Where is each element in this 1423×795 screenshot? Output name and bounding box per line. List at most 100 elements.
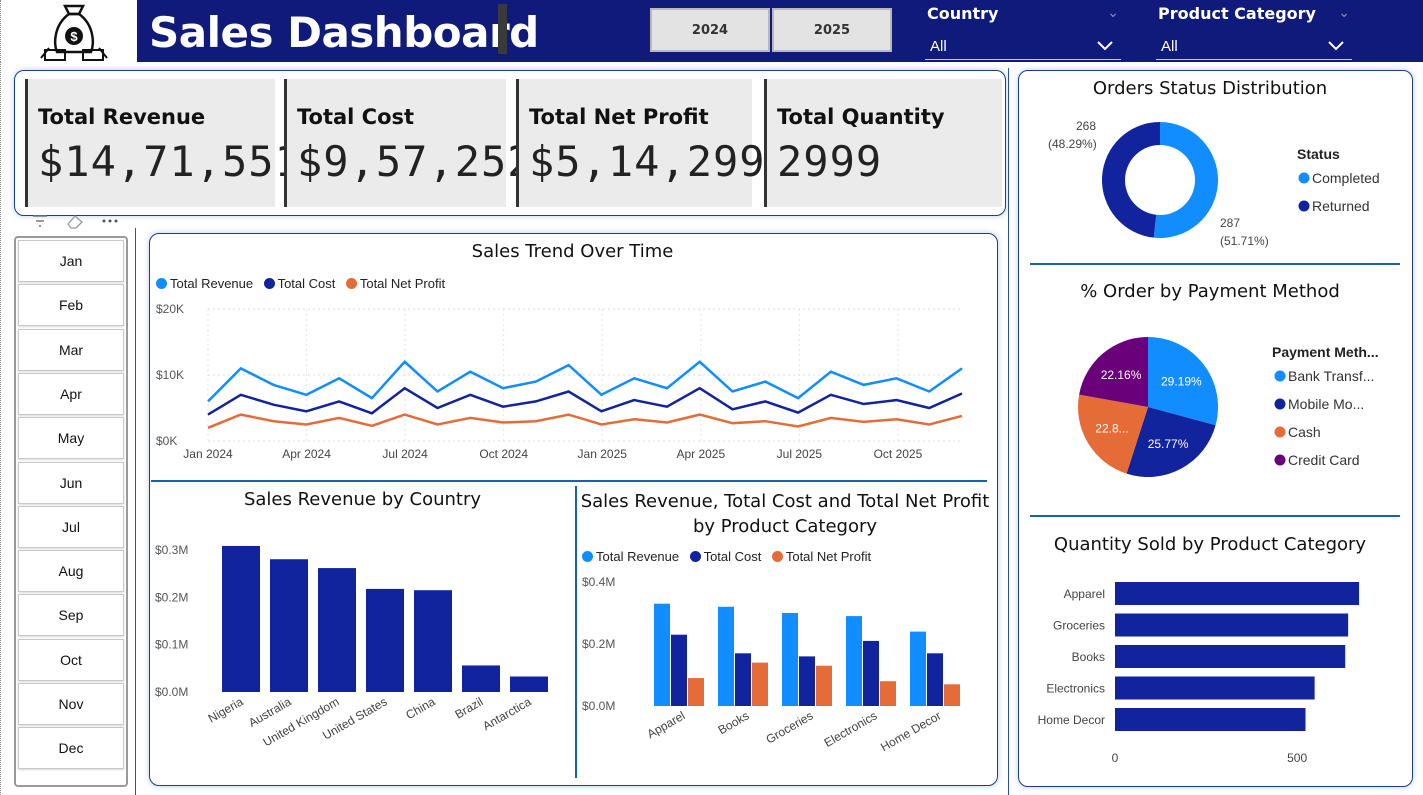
bar [270, 559, 308, 692]
y-tick-label: $0.3M [155, 543, 188, 557]
x-tick-label: Apparel [645, 708, 688, 741]
y-tick-label: Apparel [1064, 587, 1105, 601]
year-button-2024[interactable]: 2024 [650, 8, 770, 52]
month-button-jun[interactable]: Jun [18, 461, 124, 504]
series-line-1 [207, 386, 963, 416]
page-border [0, 62, 1, 795]
bar [863, 640, 879, 706]
legend-item[interactable]: Total Net Profit [771, 549, 872, 564]
month-button-sep[interactable]: Sep [18, 594, 124, 637]
x-tick-label: Books [716, 708, 752, 737]
bar [752, 662, 768, 706]
bar [671, 634, 687, 706]
legend-item[interactable]: Total Revenue [156, 276, 253, 291]
bar [414, 590, 452, 692]
x-tick-label: Home Decor [878, 708, 943, 754]
legend-label: Total Net Profit [785, 549, 872, 564]
legend-dot [345, 278, 357, 289]
status-chart[interactable]: 287 (51.71%) 268 (48.29%) Status Completed Ret… [1030, 105, 1405, 255]
x-tick-label: Jan 2024 [183, 447, 233, 461]
eraser-icon[interactable] [66, 213, 84, 229]
country-value: All [930, 38, 947, 55]
bar [1115, 582, 1360, 605]
bar [462, 665, 500, 692]
bar [1115, 676, 1315, 700]
month-button-jan[interactable]: Jan [18, 240, 124, 282]
more-options-icon[interactable] [102, 216, 118, 226]
x-tick-label: Nigeria [206, 694, 246, 725]
legend-dot [1274, 370, 1286, 382]
legend-dot [1274, 426, 1286, 438]
legend-item[interactable]: Total Cost [263, 276, 335, 291]
month-button-jul[interactable]: Jul [18, 505, 124, 548]
category-chart[interactable]: $0.4M $0.2M $0.0M Apparel Books Groceries Elec… [578, 570, 993, 780]
data-label: 268 [1076, 119, 1096, 133]
divider [135, 228, 136, 795]
bar [688, 678, 704, 706]
bar [880, 681, 896, 706]
country-slicer: Country ⌄ [927, 4, 1123, 24]
series-line-2 [207, 413, 963, 429]
legend-item[interactable]: Total Cost [689, 549, 761, 564]
divider [1008, 68, 1009, 795]
legend-label: Total Revenue [596, 549, 680, 564]
legend-dot [1274, 398, 1286, 410]
y-tick-label: $20K [156, 302, 184, 316]
year-button-2025[interactable]: 2025 [772, 8, 892, 52]
filter-icon[interactable] [32, 214, 48, 228]
kpi-value: $5,14,299 [529, 137, 766, 186]
kpi-card-revenue: Total Revenue $14,71,551 [25, 79, 300, 207]
legend-label: Returned [1312, 198, 1370, 214]
category-slicer: Product Category ⌄ [1158, 4, 1354, 24]
kpi-value: $14,71,551 [38, 137, 301, 186]
x-tick-label: Oct 2024 [479, 447, 528, 461]
country-chart[interactable]: $0.3M$0.2M$0.1M$0.0MNigeria AustraliaUnit… [150, 520, 574, 780]
bar [816, 665, 832, 706]
legend-label: Mobile Mo... [1288, 396, 1364, 412]
payment-chart[interactable]: 29.19% 25.77% 22.8... 22.16% Payment Meth...… [1030, 322, 1405, 487]
month-button-mar[interactable]: Mar [18, 328, 124, 371]
legend-dot [689, 551, 701, 562]
bar [510, 676, 548, 692]
bar [222, 545, 260, 692]
bar [910, 631, 926, 706]
legend-item[interactable]: Total Revenue [582, 549, 679, 564]
series-line-0 [207, 360, 963, 403]
legend-label: Completed [1312, 170, 1380, 186]
month-button-feb[interactable]: Feb [18, 284, 124, 327]
category-legend: Total Revenue Total Cost Total Net Profi… [582, 549, 877, 567]
country-chart-title: Sales Revenue by Country [243, 489, 482, 510]
month-button-oct[interactable]: Oct [18, 638, 124, 681]
donut-slice [1153, 122, 1218, 238]
quantity-chart[interactable]: Apparel Groceries Books Electronics Home Dec… [1025, 570, 1405, 775]
legend-title: Status [1297, 146, 1340, 162]
x-tick-label: Jul 2025 [777, 447, 823, 461]
x-tick-label: Groceries [763, 708, 815, 746]
trend-chart[interactable]: $20K $10K $0K Jan 2024 Apr 2024 Jul 2024 Oct 2… [150, 296, 990, 476]
month-button-dec[interactable]: Dec [18, 727, 124, 770]
month-button-aug[interactable]: Aug [18, 550, 124, 593]
bar [718, 606, 734, 706]
kpi-card-quantity: Total Quantity 2999 [764, 79, 1002, 207]
data-label: (48.29%) [1048, 137, 1097, 151]
money-bag-icon: $ [40, 4, 108, 61]
legend-label: Cash [1288, 424, 1321, 440]
bar [366, 588, 404, 692]
month-button-may[interactable]: May [18, 417, 124, 460]
month-button-nov[interactable]: Nov [18, 683, 124, 725]
month-button-apr[interactable]: Apr [18, 372, 124, 415]
legend-dot [263, 278, 275, 289]
category-label: Product Category [1158, 4, 1316, 23]
country-dropdown[interactable]: All [925, 32, 1121, 60]
data-label: (51.71%) [1220, 234, 1269, 248]
divider [1030, 515, 1400, 517]
category-dropdown[interactable]: All [1156, 32, 1352, 60]
bar [782, 613, 798, 706]
chevron-down-icon [1097, 41, 1113, 51]
divider [151, 480, 987, 482]
chevron-down-icon [1328, 41, 1344, 51]
x-tick-label: Electronics [822, 708, 880, 749]
kpi-card-cost: Total Cost $9,57,252 [284, 79, 533, 207]
legend-item[interactable]: Total Net Profit [345, 276, 445, 291]
donut-slice [1102, 122, 1160, 238]
